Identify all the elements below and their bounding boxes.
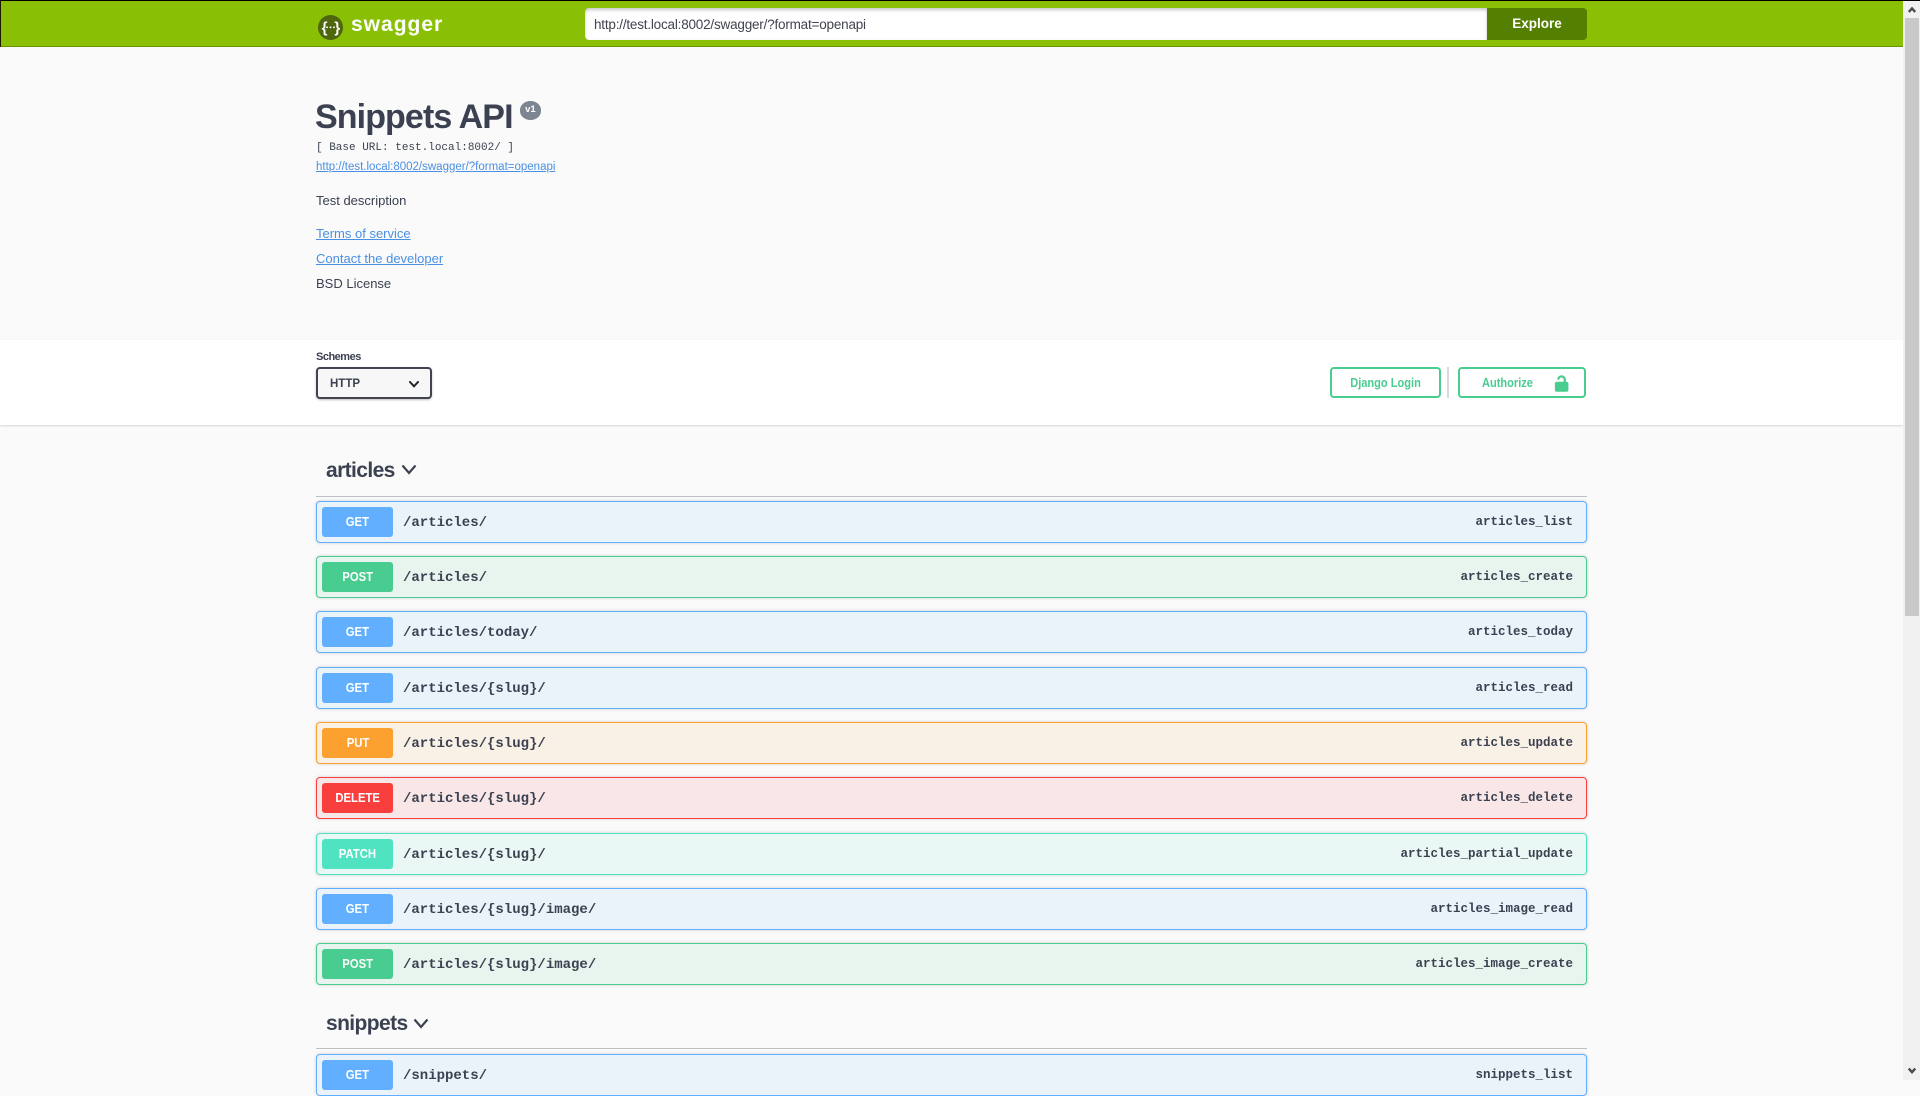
svg-text:}: } bbox=[334, 20, 340, 37]
